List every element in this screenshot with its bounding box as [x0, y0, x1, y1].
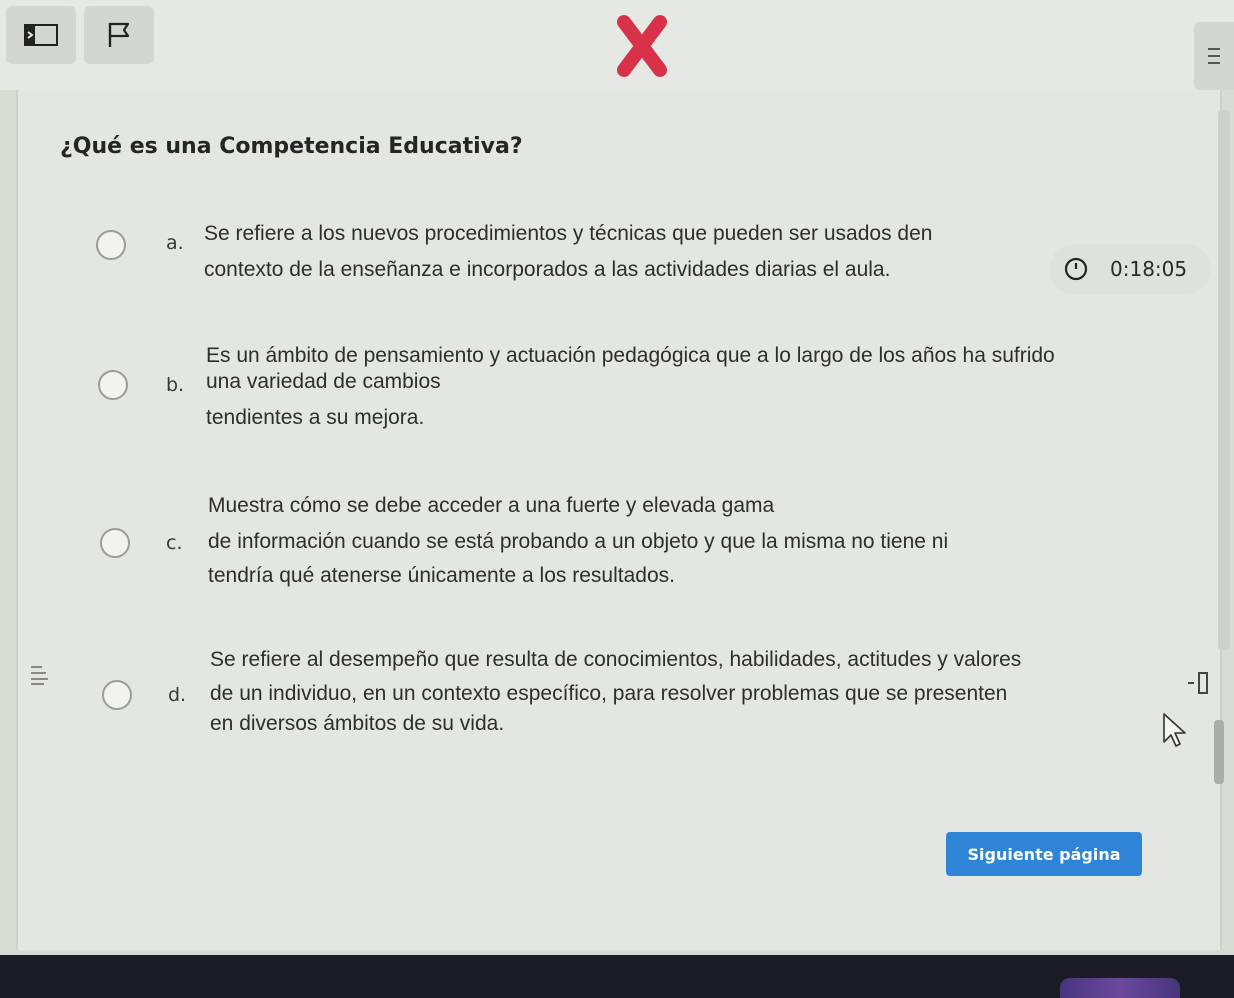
scrollbar-track[interactable]	[1218, 110, 1230, 650]
option-c-line-3: tendría qué atenerse únicamente a los re…	[208, 564, 675, 587]
option-a-line-2: contexto de la enseñanza e incorporados …	[204, 258, 891, 281]
list-icon[interactable]	[30, 664, 50, 686]
option-d-line-2: de un individuo, en un contexto específi…	[210, 682, 1008, 705]
mouse-pointer-icon	[1163, 713, 1186, 747]
scrollbar-thumb[interactable]	[1214, 720, 1224, 784]
top-toolbar	[0, 0, 1234, 90]
next-page-button[interactable]: Siguiente página	[946, 832, 1142, 876]
option-b-letter: b.	[166, 374, 185, 396]
sidebar-icon	[24, 24, 58, 46]
question-panel	[16, 90, 1222, 950]
option-d-line-3: en diversos ámbitos de su vida.	[210, 712, 505, 735]
clock-icon	[1064, 257, 1088, 281]
option-c-line-1: Muestra cómo se debe acceder a una fuert…	[208, 494, 775, 517]
option-d-radio[interactable]	[102, 680, 132, 710]
option-c-radio[interactable]	[100, 528, 130, 558]
option-b-line-3: tendientes a su mejora.	[206, 406, 425, 429]
timer-badge: 0:18:05	[1050, 244, 1210, 294]
taskbar-glow	[1060, 978, 1180, 998]
close-icon[interactable]	[616, 14, 668, 78]
flag-icon	[108, 22, 130, 47]
menu-button[interactable]	[1194, 22, 1234, 90]
timer-value: 0:18:05	[1110, 257, 1188, 281]
menu-icon	[1208, 48, 1220, 64]
option-a-letter: a.	[166, 232, 184, 254]
option-b-radio[interactable]	[98, 370, 128, 400]
quiz-screen: ¿Qué es una Competencia Educativa? a. Se…	[0, 0, 1234, 955]
option-a-line-1: Se refiere a los nuevos procedimientos y…	[204, 222, 933, 245]
option-d-letter: d.	[168, 684, 187, 706]
text-cursor-icon	[1188, 672, 1208, 694]
option-d-line-1: Se refiere al desempeño que resulta de c…	[210, 648, 1022, 671]
question-title: ¿Qué es una Competencia Educativa?	[60, 134, 523, 159]
option-a-radio[interactable]	[96, 230, 126, 260]
option-c-line-2: de información cuando se está probando a…	[208, 530, 949, 553]
option-b-line-1: Es un ámbito de pensamiento y actuación …	[206, 344, 1055, 367]
flag-button[interactable]	[84, 6, 154, 64]
option-b-line-2: una variedad de cambios	[206, 370, 441, 393]
sidebar-toggle-button[interactable]	[6, 6, 76, 64]
option-c-letter: c.	[166, 532, 183, 554]
